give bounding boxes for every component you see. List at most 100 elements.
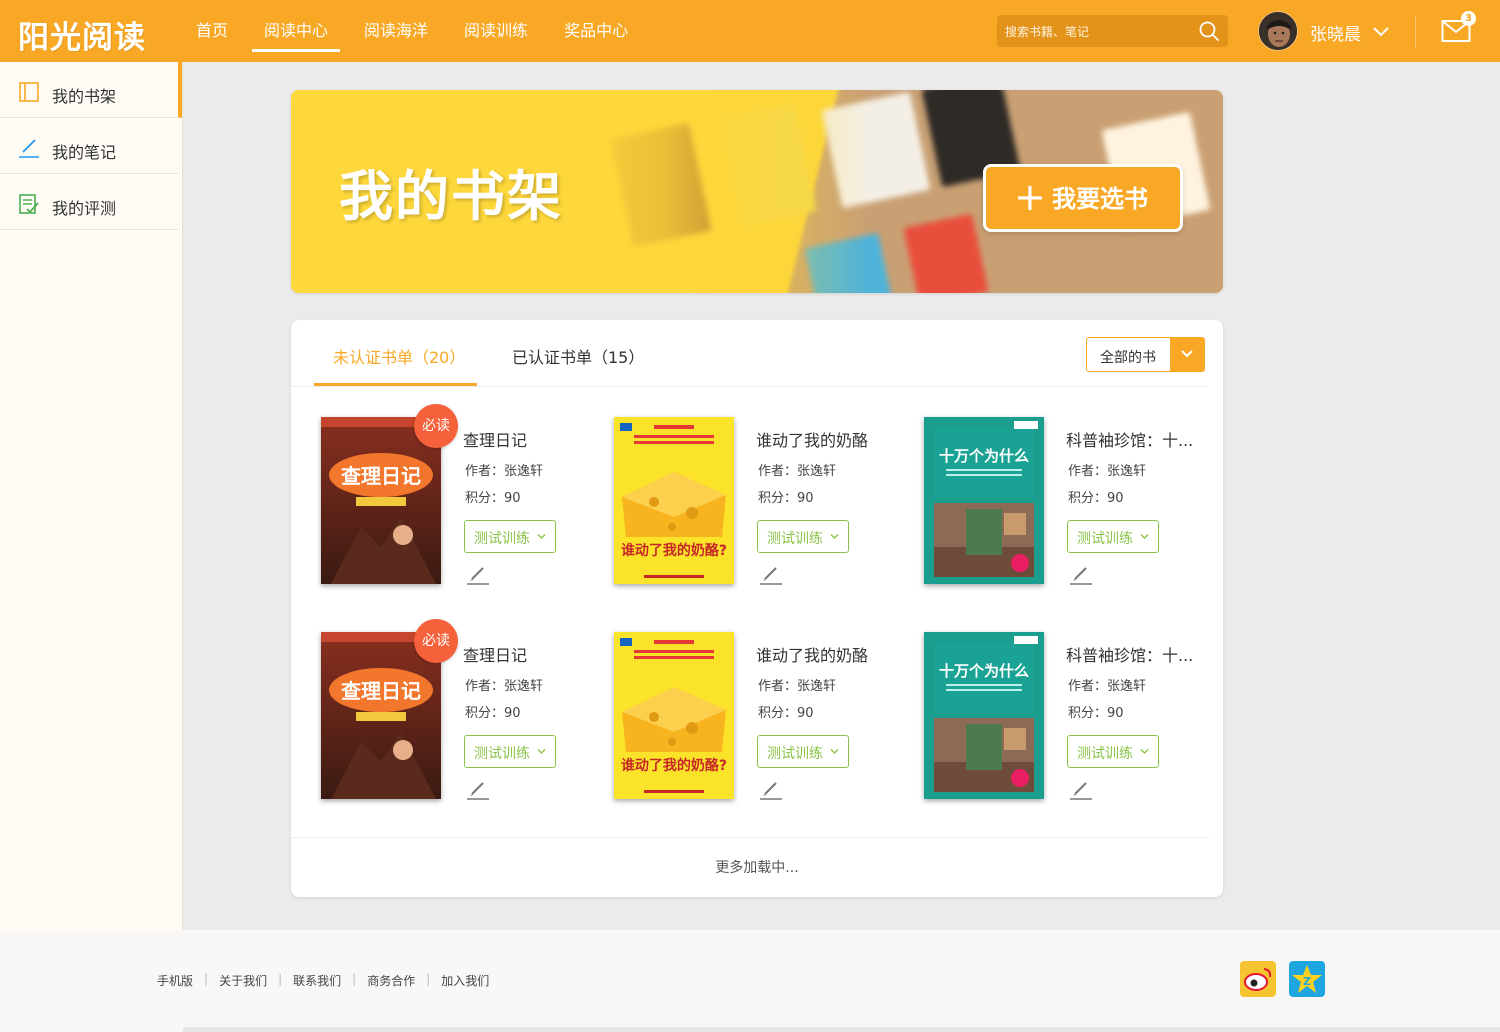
pen-icon[interactable] <box>1070 565 1092 585</box>
book-title[interactable]: 科普袖珍馆：十... <box>1066 642 1206 666</box>
sidebar-item-label: 我的笔记 <box>52 143 117 162</box>
test-training-label: 测试训练 <box>474 746 530 762</box>
footer-link-business[interactable]: 商务合作 <box>367 972 415 989</box>
test-training-label: 测试训练 <box>1077 531 1133 547</box>
filter-dropdown-button[interactable] <box>1170 338 1204 371</box>
tab-certified[interactable]: 已认证书单（15） <box>512 344 644 368</box>
choose-book-button[interactable]: + 我要选书 <box>983 164 1183 232</box>
book-author: 作者：张逸轩 <box>465 679 544 694</box>
test-training-label: 测试训练 <box>767 531 823 547</box>
tab-uncertified[interactable]: 未认证书单（20） <box>333 344 465 368</box>
panel-footer-divider <box>291 837 1209 838</box>
main-nav: 首页 阅读中心 阅读海洋 阅读训练 奖品中心 <box>196 0 664 62</box>
book-card: 查理日记 必读 查理日记 作者：张逸轩 积分：90 测试训练 <box>321 404 603 607</box>
test-training-label: 测试训练 <box>474 531 530 547</box>
book-card: 谁动了我的奶酪? 谁动了我的奶酪 作者：张逸轩 积分：90 测试训练 <box>614 417 894 607</box>
pen-icon[interactable] <box>467 565 489 585</box>
search-box[interactable]: 搜索书籍、笔记 <box>997 15 1228 47</box>
chevron-down-icon[interactable] <box>1372 24 1390 38</box>
search-icon[interactable] <box>1198 20 1220 42</box>
book-points: 积分：90 <box>758 706 814 721</box>
test-training-button[interactable]: 测试训练 <box>757 735 849 768</box>
book-title[interactable]: 科普袖珍馆：十... <box>1066 427 1206 451</box>
weibo-icon[interactable] <box>1240 961 1276 997</box>
book-points: 积分：90 <box>758 491 814 506</box>
book-author: 作者：张逸轩 <box>758 464 837 479</box>
avatar[interactable] <box>1258 11 1298 51</box>
sidebar: 我的书架 我的笔记 我的评测 <box>0 62 183 930</box>
footer-link-about[interactable]: 关于我们 <box>219 972 267 989</box>
svg-text:十万个为什么: 十万个为什么 <box>939 447 1029 465</box>
chevron-down-icon <box>1140 534 1149 539</box>
book-author: 作者：张逸轩 <box>1068 464 1147 479</box>
qzone-icon[interactable]: Z <box>1289 961 1325 997</box>
svg-text:十万个为什么: 十万个为什么 <box>939 662 1029 680</box>
bookshelf-banner: 我的书架 + 我要选书 <box>291 90 1223 293</box>
nav-prize-center[interactable]: 奖品中心 <box>564 0 628 62</box>
mail-badge: 3 <box>1461 11 1476 26</box>
book-title[interactable]: 谁动了我的奶酪 <box>756 427 896 451</box>
test-training-label: 测试训练 <box>767 746 823 762</box>
book-cover[interactable]: 谁动了我的奶酪? <box>614 632 734 799</box>
svg-text:查理日记: 查理日记 <box>341 679 421 703</box>
book-points: 积分：90 <box>1068 706 1124 721</box>
book-card: 谁动了我的奶酪? 谁动了我的奶酪 作者：张逸轩 积分：90 测试训练 <box>614 632 894 822</box>
book-title[interactable]: 查理日记 <box>463 642 603 666</box>
pen-icon <box>19 139 39 158</box>
book-points: 积分：90 <box>465 706 521 721</box>
pen-icon[interactable] <box>760 565 782 585</box>
sidebar-item-notes[interactable]: 我的笔记 <box>0 118 178 174</box>
site-logo[interactable]: 阳光阅读 <box>18 12 146 57</box>
sidebar-item-bookshelf[interactable]: 我的书架 <box>0 62 182 118</box>
user-name[interactable]: 张晓晨 <box>1310 20 1361 45</box>
test-training-button[interactable]: 测试训练 <box>757 520 849 553</box>
book-cover[interactable]: 十万个为什么 <box>924 417 1044 584</box>
book-filter-select[interactable]: 全部的书 <box>1086 337 1205 372</box>
book-title[interactable]: 谁动了我的奶酪 <box>756 642 896 666</box>
sidebar-item-evaluation[interactable]: 我的评测 <box>0 174 178 230</box>
tab-divider <box>291 386 1207 387</box>
nav-home[interactable]: 首页 <box>196 0 228 62</box>
pen-icon[interactable] <box>760 780 782 800</box>
footer-link-mobile[interactable]: 手机版 <box>157 972 193 989</box>
nav-reading-ocean[interactable]: 阅读海洋 <box>364 0 428 62</box>
footer-link-join[interactable]: 加入我们 <box>441 972 489 989</box>
svg-text:查理日记: 查理日记 <box>341 464 421 488</box>
test-training-button[interactable]: 测试训练 <box>464 520 556 553</box>
nav-reading-center[interactable]: 阅读中心 <box>252 0 341 62</box>
sidebar-item-label: 我的评测 <box>52 199 117 218</box>
test-training-button[interactable]: 测试训练 <box>1067 520 1159 553</box>
load-more-text[interactable]: 更多加载中... <box>291 857 1223 877</box>
sidebar-item-label: 我的书架 <box>52 87 117 106</box>
banner-title: 我的书架 <box>339 165 563 228</box>
footer-link-contact[interactable]: 联系我们 <box>293 972 341 989</box>
plus-icon: + <box>1014 175 1046 219</box>
bookshelf-icon <box>19 82 39 102</box>
book-cover[interactable]: 谁动了我的奶酪? <box>614 417 734 584</box>
chevron-down-icon <box>1181 350 1193 358</box>
test-training-button[interactable]: 测试训练 <box>464 735 556 768</box>
book-card: 十万个为什么 科普袖珍馆：十... 作者：张逸轩 积分：90 测试训练 <box>924 417 1204 607</box>
top-header: 阳光阅读 首页 阅读中心 阅读海洋 阅读训练 奖品中心 搜索书籍、笔记 张晓晨 … <box>0 0 1500 62</box>
pen-icon[interactable] <box>1070 780 1092 800</box>
footer-links: 手机版 | 关于我们 | 联系我们 | 商务合作 | 加入我们 <box>157 972 490 989</box>
chevron-down-icon <box>537 534 546 539</box>
svg-text:Z: Z <box>1303 975 1311 988</box>
book-cover[interactable]: 十万个为什么 <box>924 632 1044 799</box>
choose-book-label: 我要选书 <box>1052 185 1148 213</box>
book-card: 查理日记 必读 查理日记 作者：张逸轩 积分：90 测试训练 <box>321 619 603 822</box>
must-read-badge: 必读 <box>414 619 458 663</box>
pen-icon[interactable] <box>467 780 489 800</box>
test-training-button[interactable]: 测试训练 <box>1067 735 1159 768</box>
chevron-down-icon <box>1140 749 1149 754</box>
nav-reading-training[interactable]: 阅读训练 <box>464 0 528 62</box>
must-read-badge: 必读 <box>414 404 458 448</box>
book-card: 十万个为什么 科普袖珍馆：十... 作者：张逸轩 积分：90 测试训练 <box>924 632 1204 822</box>
book-points: 积分：90 <box>1068 491 1124 506</box>
book-title[interactable]: 查理日记 <box>463 427 603 451</box>
chevron-down-icon <box>537 749 546 754</box>
test-training-label: 测试训练 <box>1077 746 1133 762</box>
svg-text:谁动了我的奶酪?: 谁动了我的奶酪? <box>621 542 727 559</box>
book-points: 积分：90 <box>465 491 521 506</box>
search-input[interactable]: 搜索书籍、笔记 <box>1005 23 1089 40</box>
